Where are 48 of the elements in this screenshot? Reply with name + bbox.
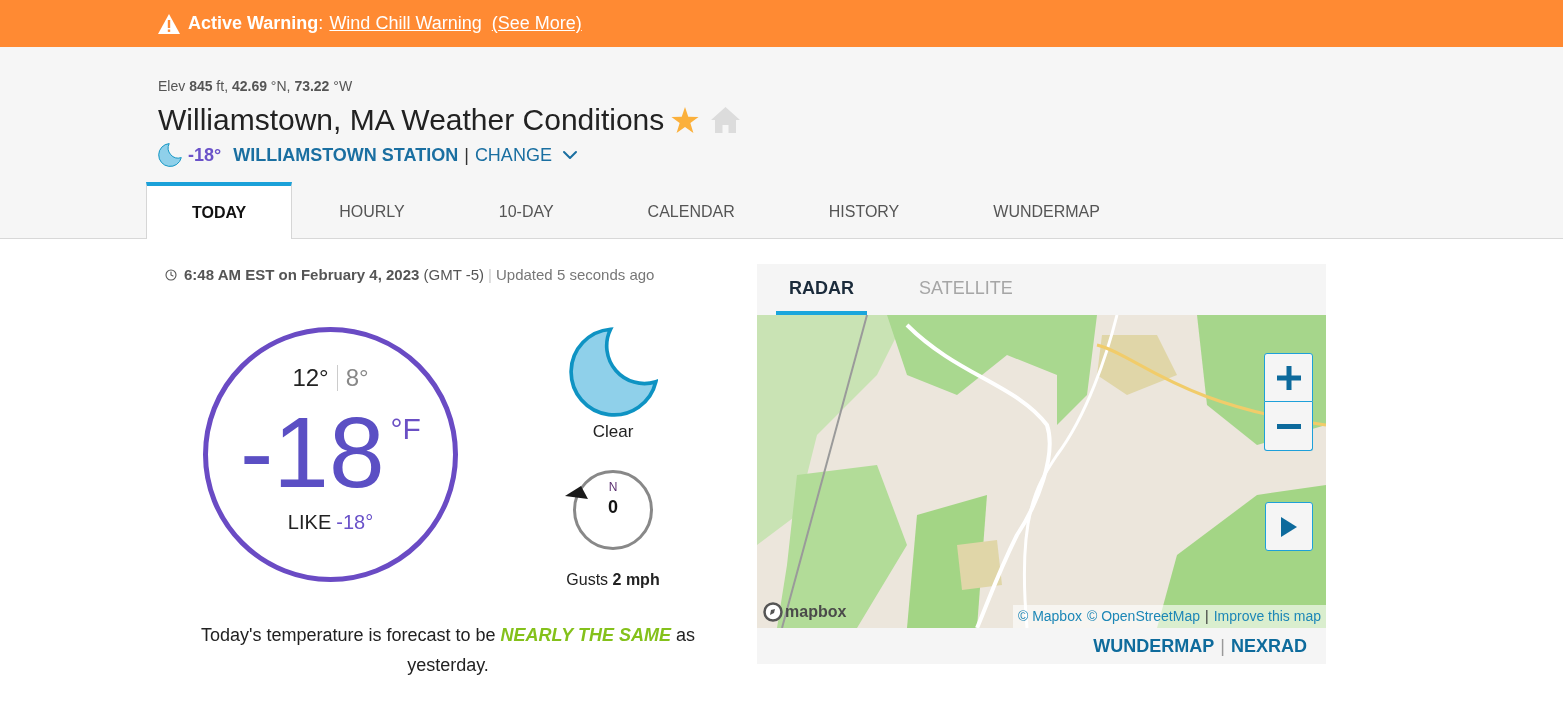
warning-icon — [158, 13, 180, 34]
current-temperature: -18 — [240, 402, 385, 502]
wind-gusts: Gusts 2 mph — [566, 570, 660, 590]
separator: | — [1205, 607, 1209, 626]
favorite-star-icon[interactable] — [671, 106, 700, 134]
feels-like-label: LIKE — [287, 510, 332, 535]
play-button[interactable] — [1265, 502, 1313, 551]
nav-tab[interactable]: 10-DAY — [451, 182, 601, 238]
nav-tab[interactable]: TODAY — [146, 182, 293, 239]
station-temperature: -18° — [188, 143, 222, 167]
observation-time: 6:48 AM EST on February 4, 2023 (GMT -5) — [184, 264, 485, 285]
nav-tab[interactable]: WUNDERMAP — [946, 182, 1147, 238]
high-temperature: 12° — [292, 364, 329, 392]
minus-icon — [1276, 423, 1301, 429]
map-link[interactable]: WUNDERMAP — [1093, 632, 1215, 660]
plus-icon — [1276, 365, 1301, 390]
map-link[interactable]: NEXRAD — [1231, 632, 1307, 660]
nav-tab[interactable]: HISTORY — [781, 182, 947, 238]
updated-time: Updated 5 seconds ago — [496, 264, 655, 285]
moon-icon — [158, 143, 182, 167]
feels-like-temperature: -18° — [336, 510, 374, 535]
clock-icon — [165, 269, 177, 281]
logo-icon — [763, 602, 783, 622]
nav-tab[interactable]: CALENDAR — [600, 182, 782, 238]
wind-direction: N — [608, 480, 618, 494]
forecast-summary: Today's temperature is forecast to be NEARLY THE SAME as yesterday. — [200, 624, 696, 677]
logo-text: mapbox — [785, 602, 847, 622]
separator: | — [464, 143, 469, 167]
play-icon — [1281, 516, 1297, 537]
condition-text: Clear — [592, 422, 634, 442]
station-link[interactable]: WILLIAMSTOWN STATION — [233, 141, 459, 169]
alert-label: Active Warning: — [188, 12, 324, 35]
zoom-out-button[interactable] — [1264, 402, 1313, 451]
attribution-link[interactable]: © Mapbox — [1017, 606, 1082, 627]
separator: | — [488, 264, 492, 285]
page-title: Williamstown, MA Weather Conditions — [158, 102, 665, 138]
nav-tab[interactable]: HOURLY — [292, 182, 452, 238]
moon-icon — [568, 327, 658, 417]
wind-direction-pointer-icon — [565, 486, 588, 500]
zoom-in-button[interactable] — [1264, 353, 1313, 402]
separator: | — [1220, 634, 1225, 658]
low-temperature: 8° — [345, 364, 369, 392]
improve-map-link[interactable]: Improve this map — [1213, 606, 1321, 627]
attribution-link[interactable]: © OpenStreetMap — [1086, 606, 1200, 627]
elevation-coordinates: Elev 845 ft, 42.69 °N, 73.22 °W — [158, 78, 354, 94]
change-station-button[interactable]: CHANGE — [474, 141, 582, 169]
wind-speed: 0 — [608, 497, 618, 517]
temperature-unit: °F — [390, 414, 421, 444]
